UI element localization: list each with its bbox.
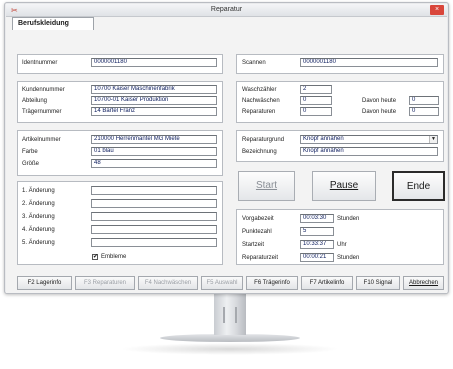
- aenderung-3-label: 3. Änderung: [22, 214, 55, 220]
- tab-berufskleidung[interactable]: Berufskleidung: [12, 17, 94, 30]
- punktezahl-field[interactable]: 5: [300, 227, 334, 236]
- window-title: Reparatur: [210, 6, 243, 13]
- f7-artikelinfo-button[interactable]: F7 Artikelinfo: [301, 276, 353, 290]
- waschzaehler-field[interactable]: 2: [300, 85, 332, 94]
- vorgabezeit-label: Vorgabezeit: [242, 216, 274, 222]
- reparaturzeit-field[interactable]: 00:00:21: [300, 253, 334, 262]
- kundennummer-field[interactable]: 10700 Kaiser Maschinenfabrik: [91, 85, 217, 94]
- aenderung-4-label: 4. Änderung: [22, 227, 55, 233]
- start-button[interactable]: Start: [238, 171, 295, 201]
- reparaturen-label: Reparaturen: [242, 109, 276, 115]
- abteilung-field[interactable]: 10700-01 Kaiser Produktion: [91, 96, 217, 105]
- f4-nachwaeschen-button[interactable]: F4 Nachwäschen: [138, 276, 198, 290]
- startzeit-label: Startzeit: [242, 242, 265, 248]
- embleme-checkbox[interactable]: ✔: [92, 254, 98, 260]
- punktezahl-label: Punktezahl: [242, 229, 272, 235]
- bezeichnung-label: Bezeichnung: [242, 149, 277, 155]
- scannen-field[interactable]: 0000001180: [300, 58, 438, 67]
- aenderung-5-label: 5. Änderung: [22, 240, 55, 246]
- davon-heute-2-label: Davon heute: [362, 109, 397, 115]
- davon-heute-1-label: Davon heute: [362, 98, 397, 104]
- startzeit-unit: Uhr: [337, 242, 347, 248]
- chevron-down-icon[interactable]: ▼: [429, 136, 437, 143]
- aenderung-1-field[interactable]: [91, 186, 217, 195]
- waschzaehler-label: Waschzähler: [242, 87, 277, 93]
- startzeit-field[interactable]: 10:33:37: [300, 240, 334, 249]
- identnummer-field[interactable]: 0000001180: [91, 58, 217, 67]
- close-button[interactable]: ×: [430, 5, 444, 15]
- pause-button[interactable]: Pause: [312, 171, 376, 201]
- ende-button[interactable]: Ende: [392, 171, 445, 201]
- nachwaeschen-field[interactable]: 0: [300, 96, 332, 105]
- vorgabezeit-field[interactable]: 00:03:30: [300, 214, 334, 223]
- f3-reparaturen-button[interactable]: F3 Reparaturen: [75, 276, 135, 290]
- reparaturgrund-label: Reparaturgrund: [242, 137, 285, 143]
- abbrechen-button[interactable]: Abbrechen: [403, 276, 444, 290]
- embleme-label: Embleme: [101, 254, 127, 260]
- monitor-stand-base: [160, 334, 300, 342]
- artikelnummer-field[interactable]: 210000 Herrenmantel MG Miete: [91, 135, 217, 144]
- aenderung-1-label: 1. Änderung: [22, 188, 55, 194]
- aenderung-2-label: 2. Änderung: [22, 201, 55, 207]
- f6-traegerinfo-button[interactable]: F6 Trägerinfo: [246, 276, 298, 290]
- groesse-field[interactable]: 48: [91, 159, 217, 168]
- reparaturzeit-unit: Stunden: [337, 255, 360, 261]
- davon-heute-2-field[interactable]: 0: [409, 107, 439, 116]
- farbe-field[interactable]: 01 blau: [91, 147, 217, 156]
- abbrechen-button-label: Abbrechen: [408, 280, 439, 286]
- aenderung-2-field[interactable]: [91, 199, 217, 208]
- kundennummer-label: Kundennummer: [22, 87, 65, 93]
- aenderung-5-field[interactable]: [91, 238, 217, 247]
- f5-auswahl-button[interactable]: F5 Auswahl: [201, 276, 243, 290]
- scannen-label: Scannen: [242, 60, 266, 66]
- pause-button-label: Pause: [329, 180, 359, 191]
- farbe-label: Farbe: [22, 149, 38, 155]
- reparaturgrund-value: Knopf annähen: [303, 136, 344, 142]
- f10-signal-button[interactable]: F10 Signal: [356, 276, 400, 290]
- aenderung-3-field[interactable]: [91, 212, 217, 221]
- traegernummer-field[interactable]: 14 Bartel Franz: [91, 107, 217, 116]
- window-titlebar[interactable]: ✂ Reparatur ×: [6, 4, 447, 17]
- reparaturzeit-label: Reparaturzeit: [242, 255, 279, 261]
- davon-heute-1-field[interactable]: 0: [409, 96, 439, 105]
- identnummer-label: Identnummer: [22, 60, 58, 66]
- traegernummer-label: Trägernummer: [22, 109, 62, 115]
- nachwaeschen-label: Nachwäschen: [242, 98, 280, 104]
- aenderung-4-field[interactable]: [91, 225, 217, 234]
- reparaturen-field[interactable]: 0: [300, 107, 332, 116]
- artikelnummer-label: Artikelnummer: [22, 137, 61, 143]
- abteilung-label: Abteilung: [22, 98, 48, 104]
- bezeichnung-field[interactable]: Knopf annähen: [300, 147, 438, 156]
- f2-lagerinfo-button[interactable]: F2 Lagerinfo: [17, 276, 72, 290]
- monitor-stand-neck: [214, 293, 246, 335]
- monitor-stand-shadow: [120, 343, 340, 355]
- groesse-label: Größe: [22, 161, 40, 167]
- reparaturgrund-select[interactable]: Knopf annähen ▼: [300, 135, 438, 144]
- start-button-label: Start: [255, 180, 278, 191]
- vorgabezeit-unit: Stunden: [337, 216, 360, 222]
